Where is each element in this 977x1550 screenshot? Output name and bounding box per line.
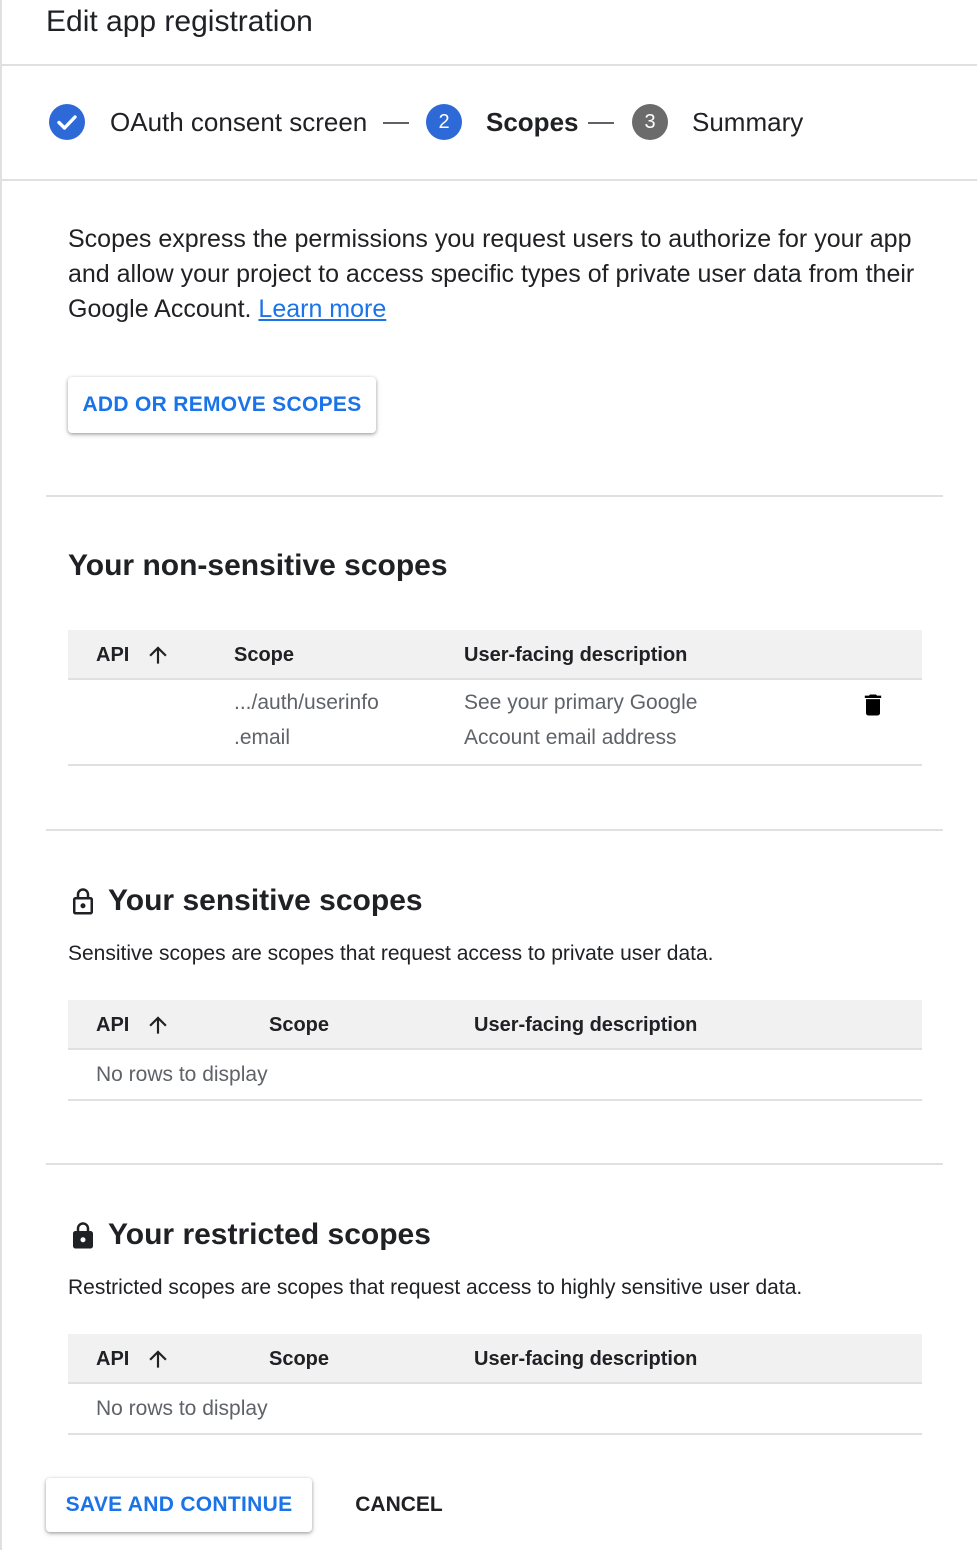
- description-line: Account email address: [464, 726, 677, 749]
- check-icon: [57, 115, 77, 130]
- table-header: API Scope User-facing description: [68, 1334, 922, 1384]
- restricted-description: Restricted scopes are scopes that reques…: [68, 1276, 803, 1299]
- step-completed-indicator[interactable]: [49, 104, 85, 140]
- learn-more-link[interactable]: Learn more: [258, 295, 386, 323]
- no-rows-text: No rows to display: [96, 1397, 268, 1420]
- scope-line: .email: [234, 726, 291, 749]
- save-and-continue-button[interactable]: SAVE AND CONTINUE: [46, 1478, 312, 1532]
- restricted-title: Your restricted scopes: [108, 1218, 431, 1251]
- table-row: .../auth/userinfo .email See your primar…: [68, 680, 922, 766]
- column-header-api[interactable]: API: [96, 1000, 129, 1050]
- non-sensitive-table: API Scope User-facing description .../au…: [68, 630, 922, 766]
- delete-icon[interactable]: [859, 691, 887, 719]
- step-label-oauth[interactable]: OAuth consent screen: [110, 106, 367, 138]
- lock-open-icon: [73, 888, 93, 915]
- scope-line: .../auth/userinfo: [234, 691, 379, 714]
- table-header: API Scope User-facing description: [68, 630, 922, 680]
- add-or-remove-scopes-button[interactable]: ADD OR REMOVE SCOPES: [68, 377, 376, 433]
- divider: [46, 495, 943, 497]
- title-bar: Edit app registration: [2, 0, 977, 66]
- empty-row: No rows to display: [68, 1384, 922, 1435]
- arrow-up-icon[interactable]: [145, 1012, 171, 1038]
- column-header-api[interactable]: API: [96, 1334, 129, 1384]
- step-label-summary[interactable]: Summary: [692, 106, 803, 138]
- column-header-scope[interactable]: Scope: [234, 630, 294, 680]
- lock-icon: [73, 1222, 93, 1249]
- stepper: OAuth consent screen 2 Scopes 3 Summary: [2, 66, 977, 181]
- table-header: API Scope User-facing description: [68, 1000, 922, 1050]
- intro-text: Scopes express the permissions you reque…: [68, 222, 928, 327]
- step-connector: [588, 122, 614, 124]
- column-header-api[interactable]: API: [96, 630, 129, 680]
- intro-description: Scopes express the permissions you reque…: [68, 225, 915, 323]
- no-rows-text: No rows to display: [96, 1063, 268, 1086]
- empty-row: No rows to display: [68, 1050, 922, 1101]
- step-number-summary[interactable]: 3: [632, 104, 668, 140]
- divider: [46, 1163, 943, 1165]
- non-sensitive-title: Your non-sensitive scopes: [68, 549, 448, 582]
- column-header-scope[interactable]: Scope: [269, 1334, 329, 1384]
- restricted-table: API Scope User-facing description No row…: [68, 1334, 922, 1435]
- arrow-up-icon[interactable]: [145, 642, 171, 668]
- arrow-up-icon[interactable]: [145, 1346, 171, 1372]
- column-header-description[interactable]: User-facing description: [474, 1334, 697, 1384]
- divider: [46, 829, 943, 831]
- step-connector: [383, 122, 409, 124]
- description-line: See your primary Google: [464, 691, 698, 714]
- page-title: Edit app registration: [46, 5, 313, 38]
- scope-cell: .../auth/userinfo .email: [234, 685, 379, 755]
- column-header-description[interactable]: User-facing description: [474, 1000, 697, 1050]
- step-label-scopes[interactable]: Scopes: [486, 106, 579, 138]
- description-cell: See your primary Google Account email ad…: [464, 685, 697, 755]
- column-header-scope[interactable]: Scope: [269, 1000, 329, 1050]
- sensitive-title: Your sensitive scopes: [108, 884, 423, 917]
- step-number-scopes[interactable]: 2: [426, 104, 462, 140]
- edit-app-registration-page: Edit app registration OAuth consent scre…: [0, 0, 977, 1550]
- sensitive-description: Sensitive scopes are scopes that request…: [68, 942, 714, 965]
- sensitive-table: API Scope User-facing description No row…: [68, 1000, 922, 1101]
- cancel-button[interactable]: CANCEL: [334, 1478, 464, 1532]
- column-header-description[interactable]: User-facing description: [464, 630, 687, 680]
